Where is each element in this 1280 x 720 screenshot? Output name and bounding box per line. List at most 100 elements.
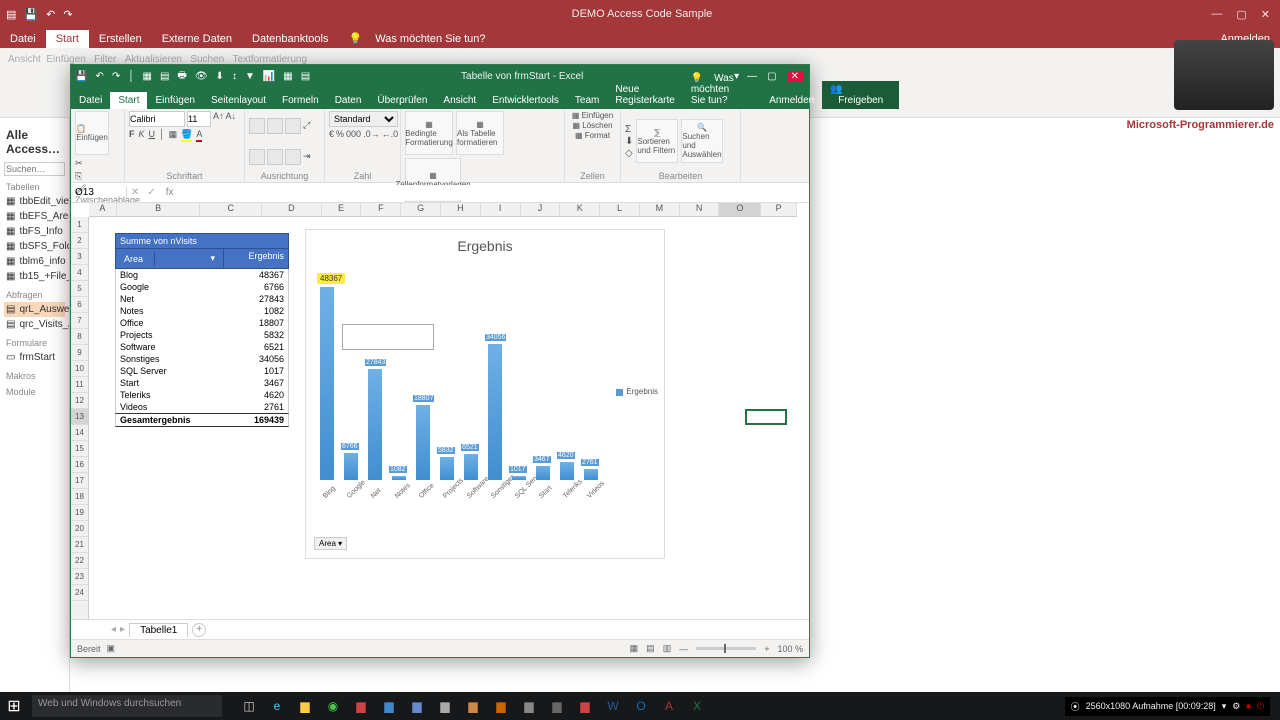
pivot-row[interactable]: Net27843	[115, 293, 289, 305]
nav-item[interactable]: ▦ tbbEdit_view	[4, 194, 65, 209]
pivot-row[interactable]: Sonstiges34056	[115, 353, 289, 365]
view-pagelayout-icon[interactable]: ▤	[646, 643, 655, 654]
grow-font-icon[interactable]: A↑	[213, 111, 224, 127]
xl-tab-ueberpruefen[interactable]: Überprüfen	[369, 92, 435, 109]
clear-icon[interactable]: ◇	[625, 148, 633, 159]
cancel-formula-icon[interactable]: ✕	[127, 187, 143, 198]
pivot-row[interactable]: Blog48367	[115, 269, 289, 281]
chart-bar[interactable]: 27843	[368, 369, 382, 480]
copy-icon[interactable]: ⎘	[75, 171, 86, 182]
taskbar-app-icon[interactable]: ▆	[516, 693, 542, 719]
rec-settings-icon[interactable]: ⚙	[1232, 701, 1240, 712]
qat-icon[interactable]: ↕	[232, 71, 237, 82]
chart-bar[interactable]: 1082	[392, 476, 406, 480]
chart[interactable]: Ergebnis 48367Blog6766Google27843Net1082…	[305, 229, 665, 559]
pivot-row[interactable]: Office18807	[115, 317, 289, 329]
taskbar-app-icon[interactable]: ▆	[376, 693, 402, 719]
chart-bar[interactable]: 3467	[536, 466, 550, 480]
taskbar-app-icon[interactable]: ▆	[404, 693, 430, 719]
pivot-row[interactable]: Projects5832	[115, 329, 289, 341]
taskbar-search[interactable]: Web und Windows durchsuchen	[32, 695, 222, 717]
xl-signin[interactable]: Anmelden	[761, 92, 822, 109]
xl-tab-start[interactable]: Start	[110, 92, 147, 109]
pivot-row[interactable]: Start3467	[115, 377, 289, 389]
chart-bar[interactable]: 6766	[344, 453, 358, 480]
taskbar-app-icon[interactable]: ▆	[460, 693, 486, 719]
nav-item[interactable]: ▤ qrL_Auswertun	[4, 302, 65, 317]
pivot-row[interactable]: Videos2761	[115, 401, 289, 413]
taskbar-word-icon[interactable]: W	[600, 693, 626, 719]
taskbar-edge-icon[interactable]: e	[264, 693, 290, 719]
taskbar-chrome-icon[interactable]: ◉	[320, 693, 346, 719]
font-size[interactable]	[187, 111, 211, 127]
qat-icon[interactable]: 👁	[195, 71, 208, 82]
chart-bar[interactable]: 5832	[440, 457, 454, 480]
xl-minimize-icon[interactable]: —	[747, 71, 757, 82]
find-select-button[interactable]: 🔍Suchen und Auswählen	[681, 119, 723, 163]
row-headers[interactable]: 123456789101112131415161718192021222324	[71, 217, 89, 619]
view-pagebreak-icon[interactable]: ▥	[663, 643, 672, 654]
delete-cells-button[interactable]: ▦ Löschen	[572, 121, 612, 130]
nav-item[interactable]: ▦ tblm6_info	[4, 254, 65, 269]
nav-item[interactable]: ▦ tb15_+File_S	[4, 269, 65, 284]
nav-item[interactable]: ▦ tbEFS_Area	[4, 209, 65, 224]
cond-format-button[interactable]: ▦Bedingte Formatierung	[405, 111, 453, 155]
xl-tab-entwickler[interactable]: Entwicklertools	[484, 92, 567, 109]
spreadsheet-grid[interactable]: ABCDEFGHIJKLMNOP 12345678910111213141516…	[71, 203, 809, 619]
access-minimize-icon[interactable]: —	[1211, 8, 1222, 21]
fill-icon[interactable]: ⬇	[625, 136, 633, 147]
sheet-tab[interactable]: Tabelle1	[129, 623, 188, 637]
chart-bar[interactable]: 1017	[512, 476, 526, 480]
paste-button[interactable]: 📋Einfügen	[75, 111, 109, 155]
insert-cells-button[interactable]: ▦ Einfügen	[572, 111, 613, 120]
pivot-table[interactable]: Summe von nVisits Area▾ Ergebnis Blog483…	[115, 233, 289, 427]
number-format[interactable]: Standard	[329, 111, 398, 127]
sort-filter-button[interactable]: ⅀Sortieren und Filtern	[636, 119, 678, 163]
xl-tab-daten[interactable]: Daten	[327, 92, 370, 109]
fill-color-icon[interactable]: 🪣	[181, 129, 192, 142]
xl-tab-datei[interactable]: Datei	[71, 92, 110, 109]
format-cells-button[interactable]: ▦ Format	[575, 131, 610, 140]
format-as-table-button[interactable]: ▦Als Tabelle formatieren	[456, 111, 504, 155]
fx-icon[interactable]: fx	[160, 187, 180, 198]
font-color-icon[interactable]: A	[196, 129, 202, 142]
nav-item[interactable]: ▦ tbSFS_Folders	[4, 239, 65, 254]
qat-icon[interactable]: ▤	[301, 71, 310, 82]
xl-tab-seitenlayout[interactable]: Seitenlayout	[203, 92, 274, 109]
tab-datenbanktools[interactable]: Datenbanktools	[242, 30, 338, 48]
tab-datei[interactable]: Datei	[0, 30, 46, 48]
qat-save-icon[interactable]: 💾	[24, 8, 38, 21]
xl-redo-icon[interactable]: ↷	[112, 71, 120, 82]
screen-recorder[interactable]: ⦿2560x1080 Aufnahme [00:09:28] ▾ ⚙ ⏹ ⏻	[1065, 697, 1270, 716]
tab-externe-daten[interactable]: Externe Daten	[152, 30, 242, 48]
qat-undo-icon[interactable]: ↶	[46, 8, 55, 21]
qat-icon[interactable]: 📊	[263, 71, 275, 82]
dec-decimal-icon[interactable]: ←.0	[382, 129, 399, 139]
taskbar-excel-icon[interactable]: X	[684, 693, 710, 719]
view-normal-icon[interactable]: ▦	[630, 643, 639, 654]
zoom-slider[interactable]	[696, 647, 756, 650]
chart-bar[interactable]: 34056	[488, 344, 502, 480]
currency-icon[interactable]: €	[329, 129, 334, 139]
xl-undo-icon[interactable]: ↶	[95, 71, 103, 82]
qat-icon[interactable]: 🖶	[177, 68, 186, 85]
xl-share[interactable]: 👥 Freigeben	[822, 81, 899, 109]
xl-tab-ansicht[interactable]: Ansicht	[435, 92, 484, 109]
chart-bar[interactable]: 48367	[320, 287, 334, 480]
xl-tab-einfuegen[interactable]: Einfügen	[147, 92, 202, 109]
qat-icon[interactable]: ▦	[142, 71, 151, 82]
tab-start[interactable]: Start	[46, 30, 89, 48]
pivot-row[interactable]: Google6766	[115, 281, 289, 293]
bold-button[interactable]: F	[129, 129, 135, 142]
column-headers[interactable]: ABCDEFGHIJKLMNOP	[89, 203, 797, 217]
qat-icon[interactable]: ▦	[283, 71, 292, 82]
task-view-icon[interactable]: ◫	[236, 693, 262, 719]
italic-button[interactable]: K	[139, 129, 145, 142]
indent-icon[interactable]: ⇥	[303, 151, 311, 162]
taskbar-app-icon[interactable]: ▆	[348, 693, 374, 719]
underline-button[interactable]: U	[149, 129, 156, 142]
autosum-icon[interactable]: Σ	[625, 124, 633, 135]
rec-stop-icon[interactable]: ⏹	[1246, 701, 1251, 712]
taskbar-explorer-icon[interactable]: ▆	[292, 693, 318, 719]
pivot-row[interactable]: SQL Server1017	[115, 365, 289, 377]
